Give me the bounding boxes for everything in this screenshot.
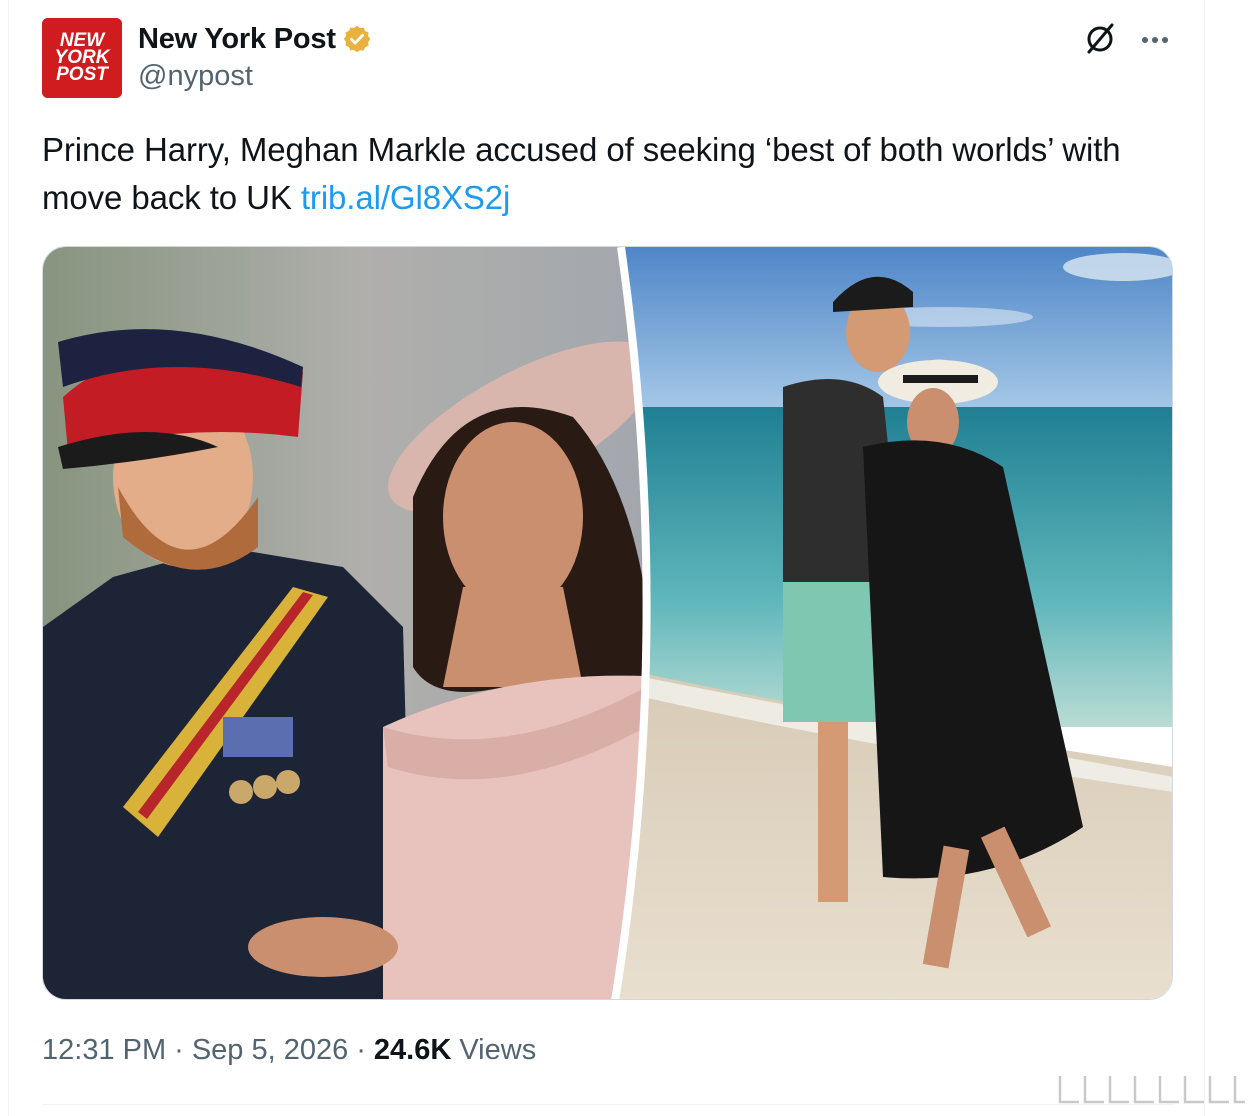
views-label: Views — [459, 1034, 537, 1066]
tweet-card[interactable]: NEW YORK POST New York Post @nypost Prin… — [8, 0, 1205, 1116]
author-display-name[interactable]: New York Post — [138, 23, 336, 56]
media-collage — [43, 247, 1172, 999]
tweet-meta: 12:31 PM · Sep 5, 2026 · 24.6K Views — [42, 1034, 536, 1067]
meta-separator: · — [174, 1034, 184, 1066]
tweet-link[interactable]: trib.al/Gl8XS2j — [301, 179, 511, 216]
right-photo — [615, 247, 1172, 999]
meta-separator: · — [356, 1034, 366, 1066]
watermark-icon — [1058, 1076, 1245, 1104]
author-name-row[interactable]: New York Post — [138, 20, 372, 58]
avatar[interactable]: NEW YORK POST — [42, 18, 122, 98]
verified-badge-icon — [343, 25, 371, 53]
views-count: 24.6K — [373, 1034, 452, 1066]
tweet-date[interactable]: Sep 5, 2026 — [192, 1034, 348, 1067]
svg-text:POST: POST — [56, 64, 109, 85]
divider — [42, 1104, 1173, 1105]
tweet-time[interactable]: 12:31 PM — [42, 1034, 166, 1067]
tweet-media[interactable] — [42, 246, 1173, 1000]
left-photo — [43, 247, 647, 999]
nypost-logo: NEW YORK POST — [42, 18, 122, 98]
tweet-text: Prince Harry, Meghan Markle accused of s… — [42, 126, 1162, 222]
tweet-body: Prince Harry, Meghan Markle accused of s… — [42, 131, 1121, 216]
author-handle[interactable]: @nypost — [138, 60, 253, 93]
more-icon[interactable] — [1137, 22, 1173, 58]
grok-icon[interactable] — [1081, 20, 1119, 58]
